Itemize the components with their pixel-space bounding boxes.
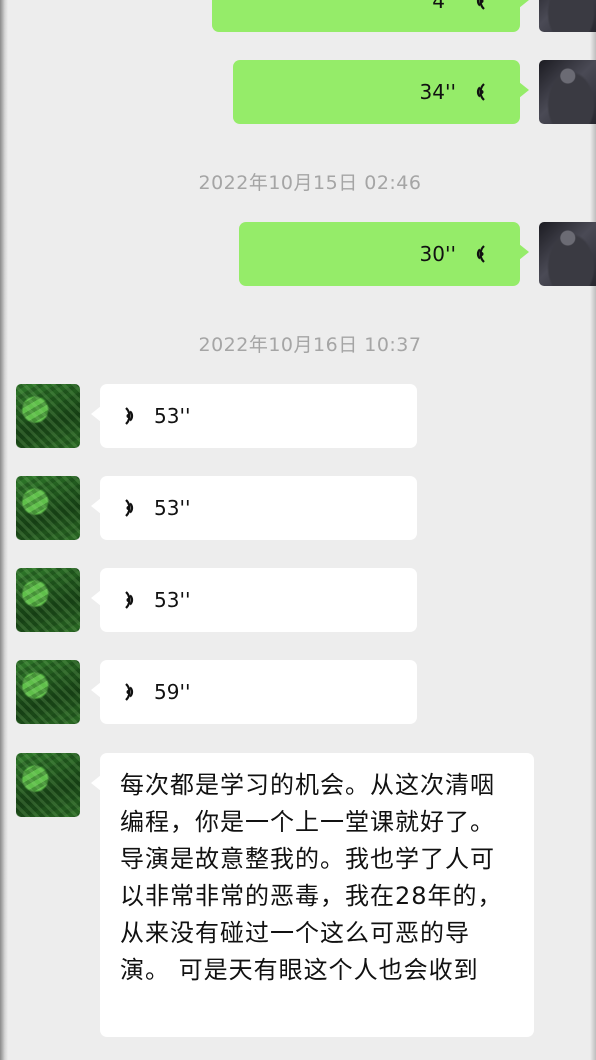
chat-view: 4'' 34'' 2022年10月15日 02:46 30'' 2022年10月… xyxy=(0,0,596,1060)
avatar[interactable] xyxy=(16,568,80,632)
voice-duration: 30'' xyxy=(419,242,456,266)
voice-duration: 4'' xyxy=(432,0,456,13)
voice-duration: 53'' xyxy=(154,496,191,520)
voice-duration: 59'' xyxy=(154,680,191,704)
voice-wave-icon xyxy=(125,683,134,701)
avatar[interactable] xyxy=(16,753,80,817)
voice-message-received[interactable]: 53'' xyxy=(91,568,417,632)
avatar[interactable] xyxy=(16,384,80,448)
left-edge-shadow xyxy=(0,0,8,1060)
text-message-received[interactable]: 每次都是学习的机会。从这次清咽编程，你是一个上一堂课就好了。 导演是故意整我的。… xyxy=(91,753,534,1037)
voice-wave-icon xyxy=(476,83,485,101)
voice-message-received[interactable]: 53'' xyxy=(91,476,417,540)
voice-duration: 53'' xyxy=(154,588,191,612)
avatar[interactable] xyxy=(539,60,596,124)
voice-duration: 53'' xyxy=(154,404,191,428)
timestamp: 2022年10月16日 10:37 xyxy=(198,334,422,356)
voice-message-sent[interactable]: 4'' xyxy=(212,0,529,32)
avatar[interactable] xyxy=(16,476,80,540)
voice-duration: 34'' xyxy=(419,80,456,104)
voice-message-sent[interactable]: 30'' xyxy=(239,222,529,286)
voice-wave-icon xyxy=(125,407,134,425)
timestamp: 2022年10月15日 02:46 xyxy=(198,172,422,194)
voice-message-received[interactable]: 53'' xyxy=(91,384,417,448)
voice-message-received[interactable]: 59'' xyxy=(91,660,417,724)
avatar[interactable] xyxy=(539,222,596,286)
voice-wave-icon xyxy=(476,245,485,263)
voice-wave-icon xyxy=(125,591,134,609)
voice-wave-icon xyxy=(476,0,485,10)
voice-message-sent[interactable]: 34'' xyxy=(233,60,529,124)
avatar[interactable] xyxy=(16,660,80,724)
right-edge-shadow xyxy=(590,0,596,1060)
voice-wave-icon xyxy=(125,499,134,517)
avatar[interactable] xyxy=(539,0,596,32)
